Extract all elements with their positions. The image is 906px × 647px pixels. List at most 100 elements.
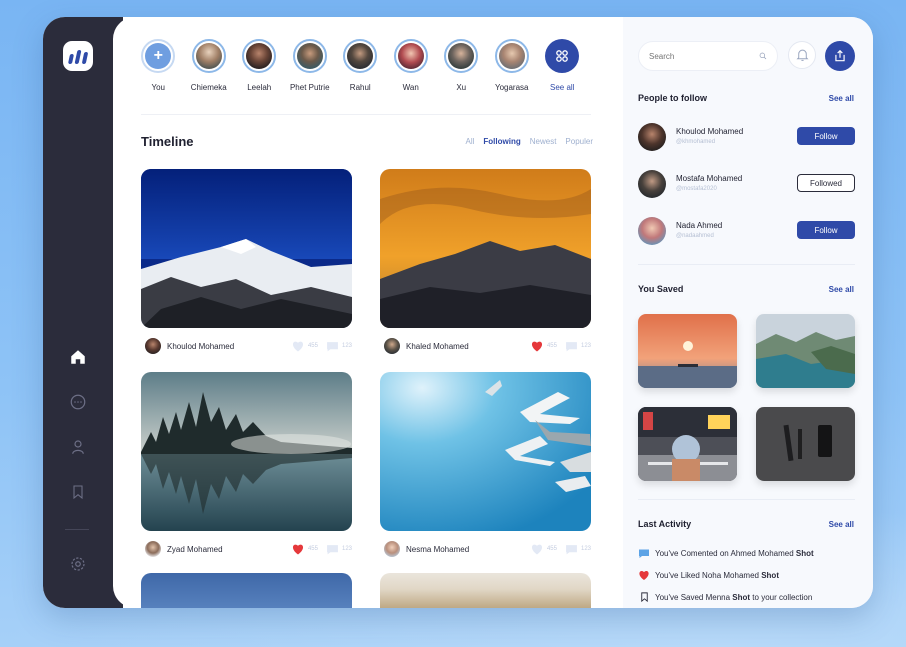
heart-icon	[638, 569, 650, 581]
plus-icon: +	[145, 43, 172, 69]
avatar[interactable]	[638, 217, 666, 245]
story-you[interactable]: + You	[133, 39, 184, 92]
story-name: Phet Putrie	[289, 83, 330, 92]
post-author[interactable]: Nesma Mohamed	[406, 545, 522, 554]
search-box[interactable]	[638, 41, 778, 71]
sidebar	[43, 17, 123, 608]
post-card[interactable]: Zyad Mohamed 455 123	[141, 372, 352, 557]
people-see-all-link[interactable]: See all	[829, 94, 854, 103]
story-item[interactable]: Yogarasa	[487, 39, 538, 92]
story-item[interactable]: Leelah	[234, 39, 285, 92]
followed-button[interactable]: Followed	[797, 174, 855, 192]
comments-value: 123	[580, 546, 591, 552]
stories-divider	[141, 114, 591, 115]
post-author[interactable]: Zyad Mohamed	[167, 545, 283, 554]
bookmark-nav-icon[interactable]	[68, 482, 88, 502]
activity-text-tail: to your collection	[750, 592, 813, 602]
story-name: Chiemeka	[190, 83, 227, 92]
avatar[interactable]	[145, 541, 161, 557]
activity-item[interactable]: You've Liked Noha Mohamed Shot	[638, 569, 779, 581]
story-item[interactable]: Wan	[386, 39, 437, 92]
saved-item[interactable]	[756, 407, 855, 481]
activity-item[interactable]: You've Saved Menna Shot to your collecti…	[638, 591, 812, 603]
story-ring	[393, 39, 428, 73]
post-card[interactable]	[141, 573, 352, 608]
story-ring	[444, 39, 479, 73]
comments-count[interactable]: 123	[326, 544, 352, 555]
saved-item[interactable]	[756, 314, 855, 388]
comments-count[interactable]: 123	[565, 341, 591, 352]
story-item[interactable]: Rahul	[335, 39, 386, 92]
story-item[interactable]: Xu	[436, 39, 487, 92]
post-card[interactable]: Nesma Mohamed 455 123	[380, 372, 591, 557]
comment-icon	[638, 547, 650, 559]
story-item[interactable]: Chiemeka	[184, 39, 235, 92]
comments-count[interactable]: 123	[565, 544, 591, 555]
person-name[interactable]: Nada Ahmed	[676, 221, 722, 230]
story-name: See all	[550, 83, 575, 92]
post-card[interactable]: Khaled Mohamed 455 123	[380, 169, 591, 354]
heart-icon	[531, 544, 543, 555]
activity-text-bold: Shot	[795, 548, 814, 558]
post-image[interactable]	[380, 169, 591, 328]
story-ring: +	[141, 39, 176, 73]
comments-count[interactable]: 123	[326, 341, 352, 352]
post-image[interactable]	[380, 372, 591, 531]
likes-count[interactable]: 455	[291, 543, 318, 555]
filter-newest[interactable]: Newest	[530, 137, 557, 146]
likes-count[interactable]: 455	[291, 340, 318, 352]
follow-button[interactable]: Follow	[797, 127, 855, 145]
avatar[interactable]	[384, 541, 400, 557]
story-item[interactable]: Phet Putrie	[285, 39, 336, 92]
activity-see-all-link[interactable]: See all	[829, 520, 854, 529]
search-input[interactable]	[649, 51, 759, 61]
filter-all[interactable]: All	[466, 137, 475, 146]
saved-item[interactable]	[638, 314, 737, 388]
messages-icon[interactable]	[68, 392, 88, 412]
post-author[interactable]: Khoulod Mohamed	[167, 342, 283, 351]
post-author[interactable]: Khaled Mohamed	[406, 342, 522, 351]
story-see-all[interactable]: See all	[537, 39, 588, 92]
notifications-bell-icon[interactable]	[788, 41, 816, 69]
avatar[interactable]	[145, 338, 161, 354]
activity-text-main: You've Liked Noha Mohamed	[655, 570, 762, 580]
follow-button[interactable]: Follow	[797, 221, 855, 239]
avatar[interactable]	[384, 338, 400, 354]
likes-value: 455	[546, 546, 557, 552]
bookmark-icon	[638, 591, 650, 603]
activity-text-main: You've Comented on Ahmed Mohamed	[655, 548, 796, 558]
story-ring	[494, 39, 529, 73]
likes-count[interactable]: 455	[530, 543, 557, 555]
post-image[interactable]	[380, 573, 591, 608]
grid-icon	[545, 39, 580, 73]
profile-icon[interactable]	[68, 437, 88, 457]
likes-count[interactable]: 455	[530, 340, 557, 352]
avatar[interactable]	[638, 170, 666, 198]
post-image[interactable]	[141, 573, 352, 608]
person-name[interactable]: Mostafa Mohamed	[676, 174, 742, 183]
search-icon[interactable]	[759, 50, 767, 62]
app-logo[interactable]	[63, 41, 93, 71]
activity-text: You've Saved Menna Shot to your collecti…	[655, 593, 812, 602]
post-card[interactable]: Khoulod Mohamed 455 123	[141, 169, 352, 354]
activity-item[interactable]: You've Comented on Ahmed Mohamed Shot	[638, 547, 814, 559]
saved-see-all-link[interactable]: See all	[829, 285, 854, 294]
last-activity-title: Last Activity	[638, 519, 692, 529]
post-image[interactable]	[141, 169, 352, 328]
avatar[interactable]	[638, 123, 666, 151]
home-icon[interactable]	[68, 347, 88, 367]
post-card[interactable]	[380, 573, 591, 608]
filter-popular[interactable]: Populer	[565, 137, 593, 146]
post-image[interactable]	[141, 372, 352, 531]
person-name[interactable]: Khoulod Mohamed	[676, 127, 743, 136]
people-to-follow-title: People to follow	[638, 93, 707, 103]
activity-text-bold: Shot	[761, 570, 779, 580]
filter-following[interactable]: Following	[483, 137, 520, 146]
settings-icon[interactable]	[68, 554, 88, 574]
post-meta: Khaled Mohamed 455 123	[384, 338, 591, 354]
upload-icon[interactable]	[825, 41, 855, 71]
avatar	[195, 43, 222, 69]
activity-text: You've Comented on Ahmed Mohamed Shot	[655, 549, 814, 558]
comment-icon	[566, 341, 577, 351]
saved-item[interactable]	[638, 407, 737, 481]
